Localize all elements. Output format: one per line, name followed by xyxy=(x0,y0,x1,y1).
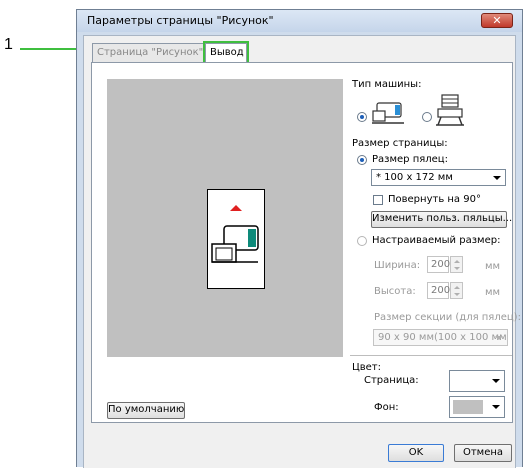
chevron-down-icon xyxy=(495,336,503,340)
sewing-machine-icon xyxy=(372,102,404,124)
page-color-select[interactable] xyxy=(449,370,505,392)
width-label: Ширина: xyxy=(374,260,421,271)
width-unit: мм xyxy=(485,261,501,272)
page-setup-dialog: Параметры страницы "Рисунок" ✕ Страница … xyxy=(76,9,523,468)
hoop-direction-marker xyxy=(230,205,242,211)
tab-panel-output: Тип машины: Размер страницы: Размер пяле… xyxy=(91,62,521,423)
title-bar[interactable]: Параметры страницы "Рисунок" ✕ xyxy=(77,10,522,32)
preview-page xyxy=(207,189,265,289)
cancel-button[interactable]: Отмена xyxy=(454,444,512,462)
rotate-90-label: Повернуть на 90° xyxy=(388,194,481,205)
height-label: Высота: xyxy=(374,286,416,297)
close-icon: ✕ xyxy=(492,14,502,27)
width-input[interactable]: 200 xyxy=(427,256,450,273)
height-unit: мм xyxy=(485,287,501,298)
page-color-label: Страница: xyxy=(364,375,419,386)
tab-page-design[interactable]: Страница "Рисунок" xyxy=(92,43,205,63)
divider xyxy=(350,355,512,356)
page-size-label: Размер страницы: xyxy=(352,138,448,149)
change-custom-hoops-button[interactable]: Изменить польз. пяльцы... xyxy=(371,211,512,228)
tab-output[interactable]: Вывод xyxy=(203,41,249,65)
section-size-select[interactable]: 90 x 90 мм(100 x 100 мм xyxy=(373,329,508,346)
width-spinner[interactable] xyxy=(450,256,463,273)
machine-type-label: Тип машины: xyxy=(352,79,422,90)
machine-type-multi-radio[interactable] xyxy=(422,112,432,122)
height-input[interactable]: 200 xyxy=(427,282,450,299)
ok-button[interactable]: OK xyxy=(388,444,444,462)
chevron-down-icon xyxy=(492,405,500,409)
section-size-value: 90 x 90 мм(100 x 100 мм xyxy=(378,332,507,343)
hoop-size-radio[interactable] xyxy=(357,155,367,165)
chevron-down-icon xyxy=(493,176,501,180)
hoop-size-select[interactable]: * 100 x 172 мм xyxy=(371,169,506,186)
background-color-label: Фон: xyxy=(374,402,399,413)
section-size-label: Размер секции (для пялец): xyxy=(374,312,521,323)
page-preview xyxy=(107,79,343,357)
callout-number: 1 xyxy=(4,36,13,53)
background-color-select[interactable] xyxy=(449,396,505,418)
custom-size-label: Настраиваемый размер: xyxy=(372,235,501,246)
rotate-90-checkbox[interactable] xyxy=(373,195,383,205)
background-color-swatch xyxy=(453,400,483,414)
close-button[interactable]: ✕ xyxy=(481,13,513,28)
machine-type-single-radio[interactable] xyxy=(357,112,367,122)
dialog-body: Страница "Рисунок" Вывод Тип машины: Раз… xyxy=(83,35,521,468)
custom-size-radio[interactable] xyxy=(357,236,367,246)
multi-needle-machine-icon xyxy=(436,94,464,126)
window-title: Параметры страницы "Рисунок" xyxy=(87,14,274,27)
hoop-size-label: Размер пялец: xyxy=(372,154,448,165)
hoop-size-value: * 100 x 172 мм xyxy=(376,172,453,183)
height-spinner[interactable] xyxy=(450,282,463,299)
sewing-machine-preview-icon xyxy=(211,225,259,263)
chevron-down-icon xyxy=(492,379,500,383)
color-label: Цвет: xyxy=(352,362,382,373)
default-button[interactable]: По умолчанию xyxy=(107,402,185,419)
